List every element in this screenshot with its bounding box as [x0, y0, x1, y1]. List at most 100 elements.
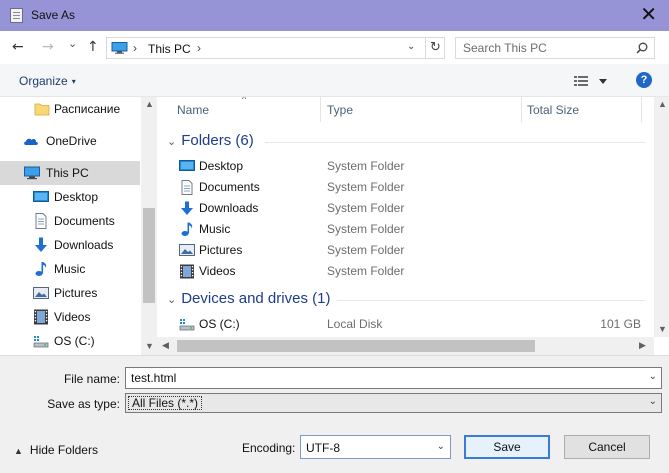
command-bar: Organize ▾	[0, 64, 669, 97]
item-size: 101 GB	[600, 317, 641, 331]
desktop-icon	[179, 160, 195, 171]
search-input[interactable]	[456, 38, 626, 58]
sidebar-item-raspisanie[interactable]: Расписание	[0, 97, 140, 121]
address-bar[interactable]: › This PC › ⌄ ↻	[106, 37, 445, 59]
scrollbar-thumb[interactable]	[143, 208, 155, 303]
scroll-up-arrow[interactable]: ▲	[658, 99, 667, 109]
encoding-value: UTF-8	[306, 441, 340, 455]
save-button[interactable]: Save	[464, 435, 550, 459]
music-icon	[181, 222, 193, 236]
sidebar-item-desktop[interactable]: Desktop	[0, 185, 140, 209]
refresh-button[interactable]: ↻	[425, 38, 445, 58]
scroll-right-arrow[interactable]: ▶	[639, 340, 646, 351]
documents-icon	[35, 213, 47, 229]
column-header-total-size[interactable]: Total Size	[527, 97, 579, 122]
drive-icon	[33, 336, 49, 348]
address-history-dropdown[interactable]: ⌄	[407, 41, 415, 52]
scroll-down-arrow[interactable]: ▼	[658, 324, 667, 334]
list-item[interactable]: Downloads System Folder	[157, 198, 647, 219]
list-item[interactable]: Music System Folder	[157, 219, 647, 240]
sidebar-item-label: OS (C:)	[54, 334, 95, 348]
list-item[interactable]: Documents System Folder	[157, 177, 647, 198]
folder-icon	[34, 103, 50, 116]
hide-folders-label: Hide Folders	[29, 443, 98, 457]
sidebar-scrollbar[interactable]: ▲ ▼	[141, 97, 157, 355]
organize-label: Organize	[19, 74, 68, 88]
column-header-name[interactable]: Name	[177, 97, 209, 122]
chevron-up-icon: ▲	[14, 446, 23, 456]
scroll-up-arrow[interactable]: ▲	[145, 99, 154, 109]
file-name-combobox[interactable]: ⌄	[125, 367, 662, 389]
cancel-button[interactable]: Cancel	[564, 435, 650, 459]
sidebar-item-pictures[interactable]: Pictures	[0, 281, 140, 305]
item-name: Videos	[199, 264, 236, 278]
drive-icon	[179, 319, 195, 331]
save-form: File name: ⌄ Save as type: All Files (*.…	[0, 355, 669, 473]
item-name: Pictures	[199, 243, 243, 257]
group-title: Folders (6)	[181, 132, 254, 149]
scrollbar-thumb[interactable]	[177, 340, 535, 352]
list-item[interactable]: Pictures System Folder	[157, 240, 647, 261]
file-name-input[interactable]	[126, 368, 636, 388]
list-item[interactable]: Videos System Folder	[157, 261, 647, 282]
content-vertical-scrollbar[interactable]: ▲ ▼	[654, 97, 669, 337]
forward-button[interactable]: →	[42, 39, 54, 55]
sidebar-item-downloads[interactable]: Downloads	[0, 233, 140, 257]
up-button[interactable]: ↑	[87, 39, 99, 55]
hide-folders-button[interactable]: ▲ Hide Folders	[14, 443, 98, 457]
group-header-devices[interactable]: ⌄ Devices and drives (1)	[167, 290, 330, 307]
group-header-folders[interactable]: ⌄ Folders (6)	[167, 132, 254, 149]
column-divider[interactable]	[320, 97, 321, 122]
item-type: System Folder	[327, 264, 405, 278]
sidebar-item-label: Pictures	[54, 286, 98, 300]
recent-locations-button[interactable]: ⌄	[68, 37, 77, 50]
address-separator[interactable]: ›	[133, 41, 137, 55]
chevron-down-icon: ⌄	[167, 293, 177, 306]
chevron-down-icon: ⌄	[167, 135, 177, 148]
item-name: OS (C:)	[199, 317, 240, 331]
save-as-type-select[interactable]: All Files (*.*) ⌄	[125, 393, 662, 413]
window-title: Save As	[31, 8, 76, 22]
scroll-down-arrow[interactable]: ▼	[145, 341, 154, 351]
save-as-type-value: All Files (*.*)	[128, 396, 203, 410]
change-view-button[interactable]	[573, 73, 609, 89]
encoding-label: Encoding:	[242, 441, 296, 455]
close-button[interactable]: ✕	[640, 2, 657, 26]
sidebar-item-os-c[interactable]: OS (C:)	[0, 329, 140, 353]
file-list: ^ Name Type Total Size ⌄ Folders (6) Desk…	[157, 97, 669, 355]
navigation-bar: ← → ⌄ ↑ › This PC › ⌄ ↻	[0, 31, 669, 64]
column-header-type[interactable]: Type	[327, 97, 353, 122]
scroll-left-arrow[interactable]: ◀	[162, 340, 169, 351]
item-name: Documents	[199, 180, 260, 194]
pictures-icon	[33, 287, 49, 299]
address-separator[interactable]: ›	[197, 41, 201, 55]
downloads-icon	[35, 237, 47, 252]
search-box[interactable]	[455, 37, 655, 59]
item-type: System Folder	[327, 159, 405, 173]
videos-icon	[34, 309, 48, 325]
chevron-down-icon: ⌄	[648, 396, 657, 407]
back-button[interactable]: ←	[12, 39, 24, 55]
sidebar-item-this-pc[interactable]: This PC	[0, 161, 140, 185]
sidebar-item-videos[interactable]: Videos	[0, 305, 140, 329]
sidebar-item-music[interactable]: Music	[0, 257, 140, 281]
content-horizontal-scrollbar[interactable]: ◀ ▶	[157, 337, 654, 355]
list-item[interactable]: Desktop System Folder	[157, 156, 647, 177]
organize-button[interactable]: Organize ▾	[19, 74, 76, 88]
desktop-icon	[33, 191, 49, 202]
videos-icon	[180, 264, 194, 279]
sidebar-item-documents[interactable]: Documents	[0, 209, 140, 233]
sidebar-item-label: Downloads	[54, 238, 114, 252]
chevron-down-icon[interactable]: ⌄	[649, 371, 657, 382]
list-item[interactable]: OS (C:) Local Disk 101 GB	[157, 314, 647, 335]
help-button[interactable]: ?	[636, 72, 652, 88]
address-location[interactable]: This PC	[148, 42, 191, 56]
encoding-select[interactable]: UTF-8 ⌄	[300, 435, 451, 459]
sidebar-item-label: Music	[54, 262, 86, 276]
column-divider[interactable]	[641, 97, 642, 122]
title-bar: Save As ✕	[0, 0, 669, 31]
item-type: System Folder	[327, 201, 405, 215]
sidebar-item-onedrive[interactable]: OneDrive	[0, 129, 140, 153]
item-type: System Folder	[327, 222, 405, 236]
column-divider[interactable]	[521, 97, 522, 122]
